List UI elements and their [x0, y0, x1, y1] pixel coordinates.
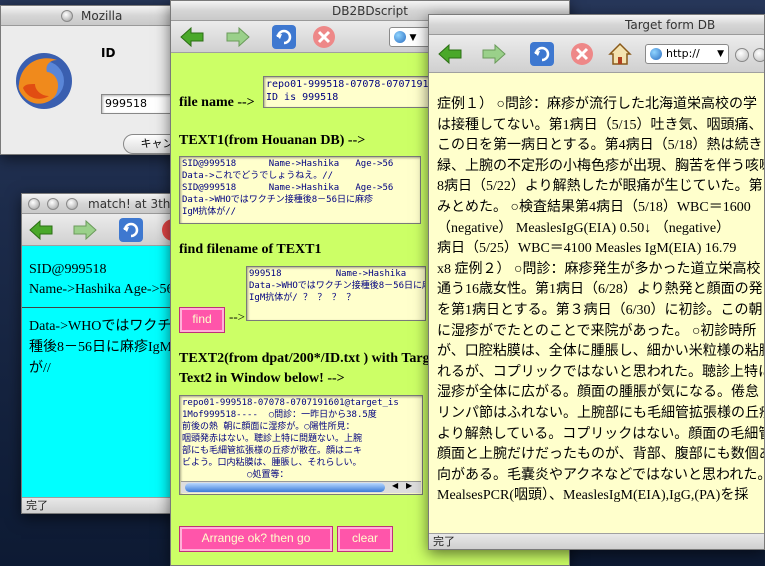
- match-data-line: Data->WHOではワクチン接: [29, 319, 180, 334]
- forward-arrow-icon[interactable]: [72, 217, 98, 243]
- match-window-titlebar: match! at 3th: [22, 194, 180, 214]
- match-data-line: が//: [29, 361, 51, 376]
- match-sid-line: SID@999518: [29, 262, 107, 277]
- document-line: x8 症例２） ○問診：麻疹発生が多かった道立栄高校: [437, 261, 761, 277]
- mozilla-dialog-title: Mozilla: [81, 9, 123, 23]
- match-divider: [22, 307, 180, 308]
- status-text: 完了: [26, 499, 48, 512]
- find-button[interactable]: find: [179, 307, 225, 333]
- back-arrow-icon[interactable]: [179, 24, 205, 50]
- url-text: http://: [666, 47, 700, 60]
- scroll-left-arrow-icon[interactable]: ◀: [392, 481, 398, 490]
- go-button-icon[interactable]: [735, 48, 749, 62]
- target-titlebar: Target form DB: [429, 15, 764, 35]
- document-line: この日を第一病日とする。第4病日（5/18）熱は続き: [437, 138, 763, 154]
- reload-icon[interactable]: [529, 41, 555, 67]
- document-line: リンパ節はふれない。上腕部にも毛細管拡張様の丘疹: [437, 405, 765, 421]
- id-label: ID: [101, 46, 116, 60]
- file-name-label: file name -->: [179, 95, 255, 110]
- find-filename-label: find filename of TEXT1: [179, 242, 322, 257]
- home-icon[interactable]: [607, 41, 633, 67]
- text1-textarea[interactable]: SID@999518 Name->Hashika Age->56 Data->こ…: [179, 156, 421, 224]
- forward-arrow-icon[interactable]: [225, 24, 251, 50]
- document-line: 向がある。毛嚢炎やアクネなどではないと思われた。: [437, 467, 765, 483]
- file-name-field[interactable]: repo01-999518-07078-0707191601 ID is 999…: [263, 76, 433, 108]
- target-statusbar: 完了: [429, 533, 764, 549]
- globe-icon: [394, 31, 406, 43]
- clear-button-label: clear: [351, 531, 378, 545]
- document-line: 湿疹が全体に広がる。顔面の腫脹が気になる。倦怠: [437, 385, 759, 401]
- document-line: 通う16歳女性。第1病日（6/28）より熱発と顔面の発: [437, 282, 763, 298]
- search-button-icon[interactable]: [753, 48, 764, 62]
- dropdown-arrow-icon[interactable]: ▼: [717, 45, 724, 63]
- scroll-right-arrow-icon[interactable]: ▶: [406, 481, 412, 490]
- document-line: 症例１） ○問診：麻疹が流行した北海道栄高校の学: [437, 97, 757, 112]
- id-input-value: 999518: [105, 97, 147, 110]
- text2-textarea[interactable]: repo01-999518-07078-0707191601@target_is…: [179, 395, 423, 495]
- document-line: みとめた。 ○検査結果第4病日（5/18）WBC＝1600: [437, 199, 751, 215]
- close-dot-icon[interactable]: [61, 10, 73, 22]
- back-arrow-icon[interactable]: [437, 41, 463, 67]
- match-name-line: Name->Hashika Age->56: [29, 282, 174, 297]
- document-line: （negative） MeaslesIgG(EIA) 0.50↓ （negati…: [437, 220, 731, 236]
- close-dot-icon[interactable]: [28, 198, 40, 210]
- document-line: 緑、上腕の不定形の小梅色疹が出現、胸苦を伴う咳嗽: [437, 158, 765, 174]
- reload-icon[interactable]: [271, 24, 297, 50]
- document-line: MealsesPCR(咽頭）、MeaslesIgM(EIA),IgG,(PA)を…: [437, 488, 749, 504]
- dropdown-arrow-icon[interactable]: ▼: [410, 33, 417, 43]
- status-text: 完了: [433, 535, 455, 548]
- document-line: 病日（5/25）WBC＝4100 Measles IgM(EIA) 16.79: [437, 241, 737, 257]
- match-window: match! at 3th SID@999518 Name->Hashika A…: [21, 193, 181, 514]
- minimize-dot-icon[interactable]: [47, 198, 59, 210]
- zoom-dot-icon[interactable]: [66, 198, 78, 210]
- arrange-go-button[interactable]: Arrange ok? then go: [179, 526, 333, 552]
- find-arrow: -->: [229, 309, 245, 324]
- firefox-logo-icon: [16, 53, 72, 109]
- find-result-textarea[interactable]: 999518 Name->Hashika Data->WHOではワクチン接種後8…: [246, 266, 426, 321]
- document-line: より解熱している。コプリックはない。顔面の毛細管: [437, 426, 765, 442]
- match-toolbar: [22, 214, 180, 246]
- match-statusbar: 完了: [22, 497, 180, 513]
- stop-icon[interactable]: [569, 41, 595, 67]
- document-line: を第1病日とする。第３病日（6/30）に初診。この朝: [437, 302, 763, 318]
- match-data-line: 種後8－56日に麻疹IgM抗体: [29, 340, 180, 355]
- find-button-label: find: [192, 312, 212, 326]
- target-document: 症例１） ○問診：麻疹が流行した北海道栄高校の学 は接種してない。第1病日（5/1…: [437, 95, 765, 507]
- stop-icon[interactable]: [311, 24, 337, 50]
- document-line: が、口腔粘膜は、全体に腫脹し、細かい米粒様の粘膜: [437, 344, 765, 360]
- db2b-title: DB2BDscript: [331, 4, 409, 18]
- globe-icon: [650, 48, 662, 60]
- document-line: に湿疹がでたとのことで来院があった。 ○初診時所: [437, 323, 757, 339]
- target-url-field[interactable]: http:// ▼: [645, 44, 729, 64]
- text2-sublabel: Text2 in Window below! -->: [179, 371, 345, 386]
- scrollbar-thumb[interactable]: [185, 483, 385, 492]
- reload-icon[interactable]: [118, 217, 144, 243]
- document-line: 顔面と上腕だけだったものが、背部、腹部にも数個あ: [437, 447, 765, 463]
- forward-arrow-icon[interactable]: [481, 41, 507, 67]
- arrange-go-button-label: Arrange ok? then go: [201, 531, 311, 545]
- target-title: Target form DB: [625, 18, 716, 32]
- target-window: Target form DB http:// ▼ 症例１） ○問診：麻疹が流行し…: [428, 14, 765, 550]
- document-line: は接種してない。第1病日（5/15）吐き気、咽頭痛、: [437, 117, 763, 133]
- text1-label: TEXT1(from Houanan DB) -->: [179, 133, 366, 148]
- text2-horizontal-scrollbar[interactable]: ◀ ▶: [181, 481, 421, 493]
- target-toolbar: http:// ▼: [429, 35, 764, 73]
- match-window-title: match! at 3th: [88, 197, 171, 211]
- document-line: れるが、コプリックではないと思われた。聴診上特に: [437, 364, 765, 380]
- document-line: 8病日（5/22）より解熱したが眼痛が生じていた。第: [437, 179, 763, 195]
- back-arrow-icon[interactable]: [28, 217, 54, 243]
- clear-button[interactable]: clear: [337, 526, 393, 552]
